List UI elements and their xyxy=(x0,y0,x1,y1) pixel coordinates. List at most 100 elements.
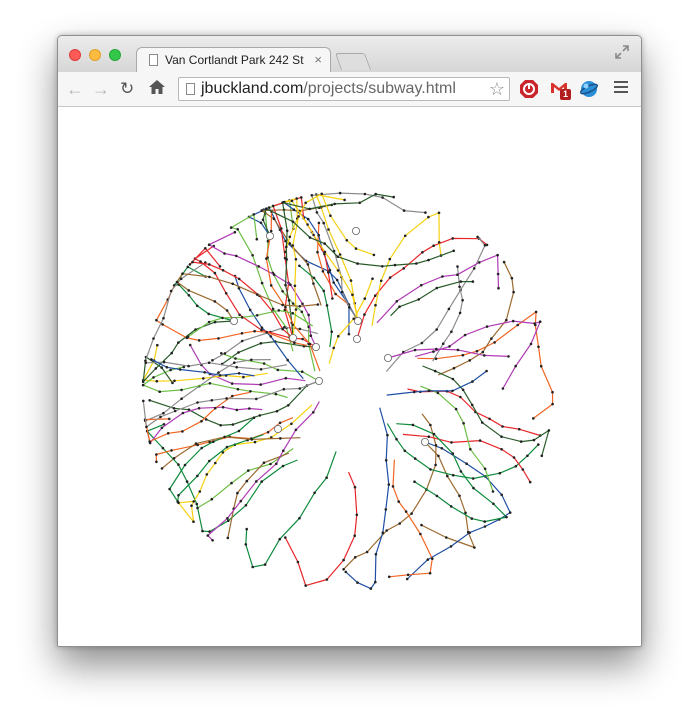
station-dot[interactable] xyxy=(237,277,241,281)
station-dot[interactable] xyxy=(476,235,479,239)
station-dot[interactable] xyxy=(441,275,444,278)
station-dot[interactable] xyxy=(338,253,342,256)
station-dot[interactable] xyxy=(264,207,268,210)
station-dot[interactable] xyxy=(235,254,238,258)
station-dot[interactable] xyxy=(501,425,504,428)
station-dot[interactable] xyxy=(519,440,523,443)
station-dot[interactable] xyxy=(225,397,228,400)
station-dot[interactable] xyxy=(533,322,536,325)
station-dot[interactable] xyxy=(287,404,290,407)
station-dot[interactable] xyxy=(451,237,455,240)
station-dot[interactable] xyxy=(240,316,244,319)
station-dot[interactable] xyxy=(510,276,514,280)
station-dot[interactable] xyxy=(200,419,203,423)
station-dot[interactable] xyxy=(437,454,440,458)
station-dot[interactable] xyxy=(294,257,298,261)
station-dot[interactable] xyxy=(488,417,491,421)
station-dot[interactable] xyxy=(433,369,437,373)
station-dot[interactable] xyxy=(162,316,165,320)
station-dot[interactable] xyxy=(225,445,229,449)
station-dot[interactable] xyxy=(369,587,373,590)
hamburger-menu-icon[interactable] xyxy=(614,81,628,95)
station-dot[interactable] xyxy=(190,504,193,508)
station-dot[interactable] xyxy=(411,423,415,427)
station-dot[interactable] xyxy=(363,297,367,300)
station-dot[interactable] xyxy=(294,428,298,432)
station-dot[interactable] xyxy=(271,307,275,311)
station-dot[interactable] xyxy=(180,388,183,392)
station-dot[interactable] xyxy=(155,453,158,456)
station-dot[interactable] xyxy=(300,196,303,199)
station-dot[interactable] xyxy=(381,196,384,199)
station-dot[interactable] xyxy=(384,459,388,462)
station-dot[interactable] xyxy=(508,511,512,514)
station-dot[interactable] xyxy=(333,202,337,206)
station-dot[interactable] xyxy=(485,369,488,373)
station-dot[interactable] xyxy=(330,330,334,333)
station-dot[interactable] xyxy=(259,383,262,386)
station-dot[interactable] xyxy=(207,312,210,316)
station-dot[interactable] xyxy=(236,228,239,231)
station-dot[interactable] xyxy=(451,377,455,381)
tab-active[interactable]: Van Cortlandt Park 242 St × xyxy=(136,47,331,72)
station-dot[interactable] xyxy=(230,481,233,485)
tab-close-icon[interactable]: × xyxy=(314,52,322,67)
transfer-station[interactable] xyxy=(288,333,297,342)
station-dot[interactable] xyxy=(436,391,440,395)
station-dot[interactable] xyxy=(282,387,286,391)
station-dot[interactable] xyxy=(173,409,177,413)
station-dot[interactable] xyxy=(328,268,332,272)
station-dot[interactable] xyxy=(459,470,463,473)
station-dot[interactable] xyxy=(300,370,304,374)
station-dot[interactable] xyxy=(298,387,302,390)
station-dot[interactable] xyxy=(173,379,176,383)
station-dot[interactable] xyxy=(181,430,184,433)
station-dot[interactable] xyxy=(260,281,264,285)
station-dot[interactable] xyxy=(161,323,164,326)
station-dot[interactable] xyxy=(483,354,486,357)
station-dot[interactable] xyxy=(145,425,148,429)
station-dot[interactable] xyxy=(320,192,324,196)
station-dot[interactable] xyxy=(211,539,214,542)
station-dot[interactable] xyxy=(177,341,180,344)
station-dot[interactable] xyxy=(304,584,307,587)
station-dot[interactable] xyxy=(304,201,307,205)
station-dot[interactable] xyxy=(321,270,325,273)
station-dot[interactable] xyxy=(285,245,288,249)
station-dot[interactable] xyxy=(231,282,234,286)
station-dot[interactable] xyxy=(427,258,430,262)
station-dot[interactable] xyxy=(322,221,326,225)
station-dot[interactable] xyxy=(160,467,164,470)
station-dot[interactable] xyxy=(295,197,298,200)
station-dot[interactable] xyxy=(168,417,171,421)
station-dot[interactable] xyxy=(192,520,195,523)
station-dot[interactable] xyxy=(437,211,441,215)
station-dot[interactable] xyxy=(281,303,284,307)
station-dot[interactable] xyxy=(432,350,435,353)
station-dot[interactable] xyxy=(452,366,456,370)
station-dot[interactable] xyxy=(160,426,164,430)
station-dot[interactable] xyxy=(371,277,374,280)
station-dot[interactable] xyxy=(277,309,281,312)
station-dot[interactable] xyxy=(459,395,462,399)
station-dot[interactable] xyxy=(177,463,180,466)
station-dot[interactable] xyxy=(162,411,165,415)
station-dot[interactable] xyxy=(468,359,472,362)
station-dot[interactable] xyxy=(296,560,300,564)
station-dot[interactable] xyxy=(406,573,410,577)
station-dot[interactable] xyxy=(242,375,245,379)
station-dot[interactable] xyxy=(194,442,198,445)
station-dot[interactable] xyxy=(233,230,237,234)
station-dot[interactable] xyxy=(528,480,532,484)
station-dot[interactable] xyxy=(412,390,416,394)
station-dot[interactable] xyxy=(424,211,427,214)
new-tab-button[interactable] xyxy=(334,53,372,70)
transfer-station[interactable] xyxy=(353,316,362,325)
station-dot[interactable] xyxy=(281,464,285,468)
station-dot[interactable] xyxy=(505,515,508,519)
maximize-window-button[interactable] xyxy=(109,49,121,61)
station-dot[interactable] xyxy=(427,389,431,393)
station-dot[interactable] xyxy=(356,262,359,265)
station-dot[interactable] xyxy=(413,480,416,484)
station-dot[interactable] xyxy=(226,536,230,540)
